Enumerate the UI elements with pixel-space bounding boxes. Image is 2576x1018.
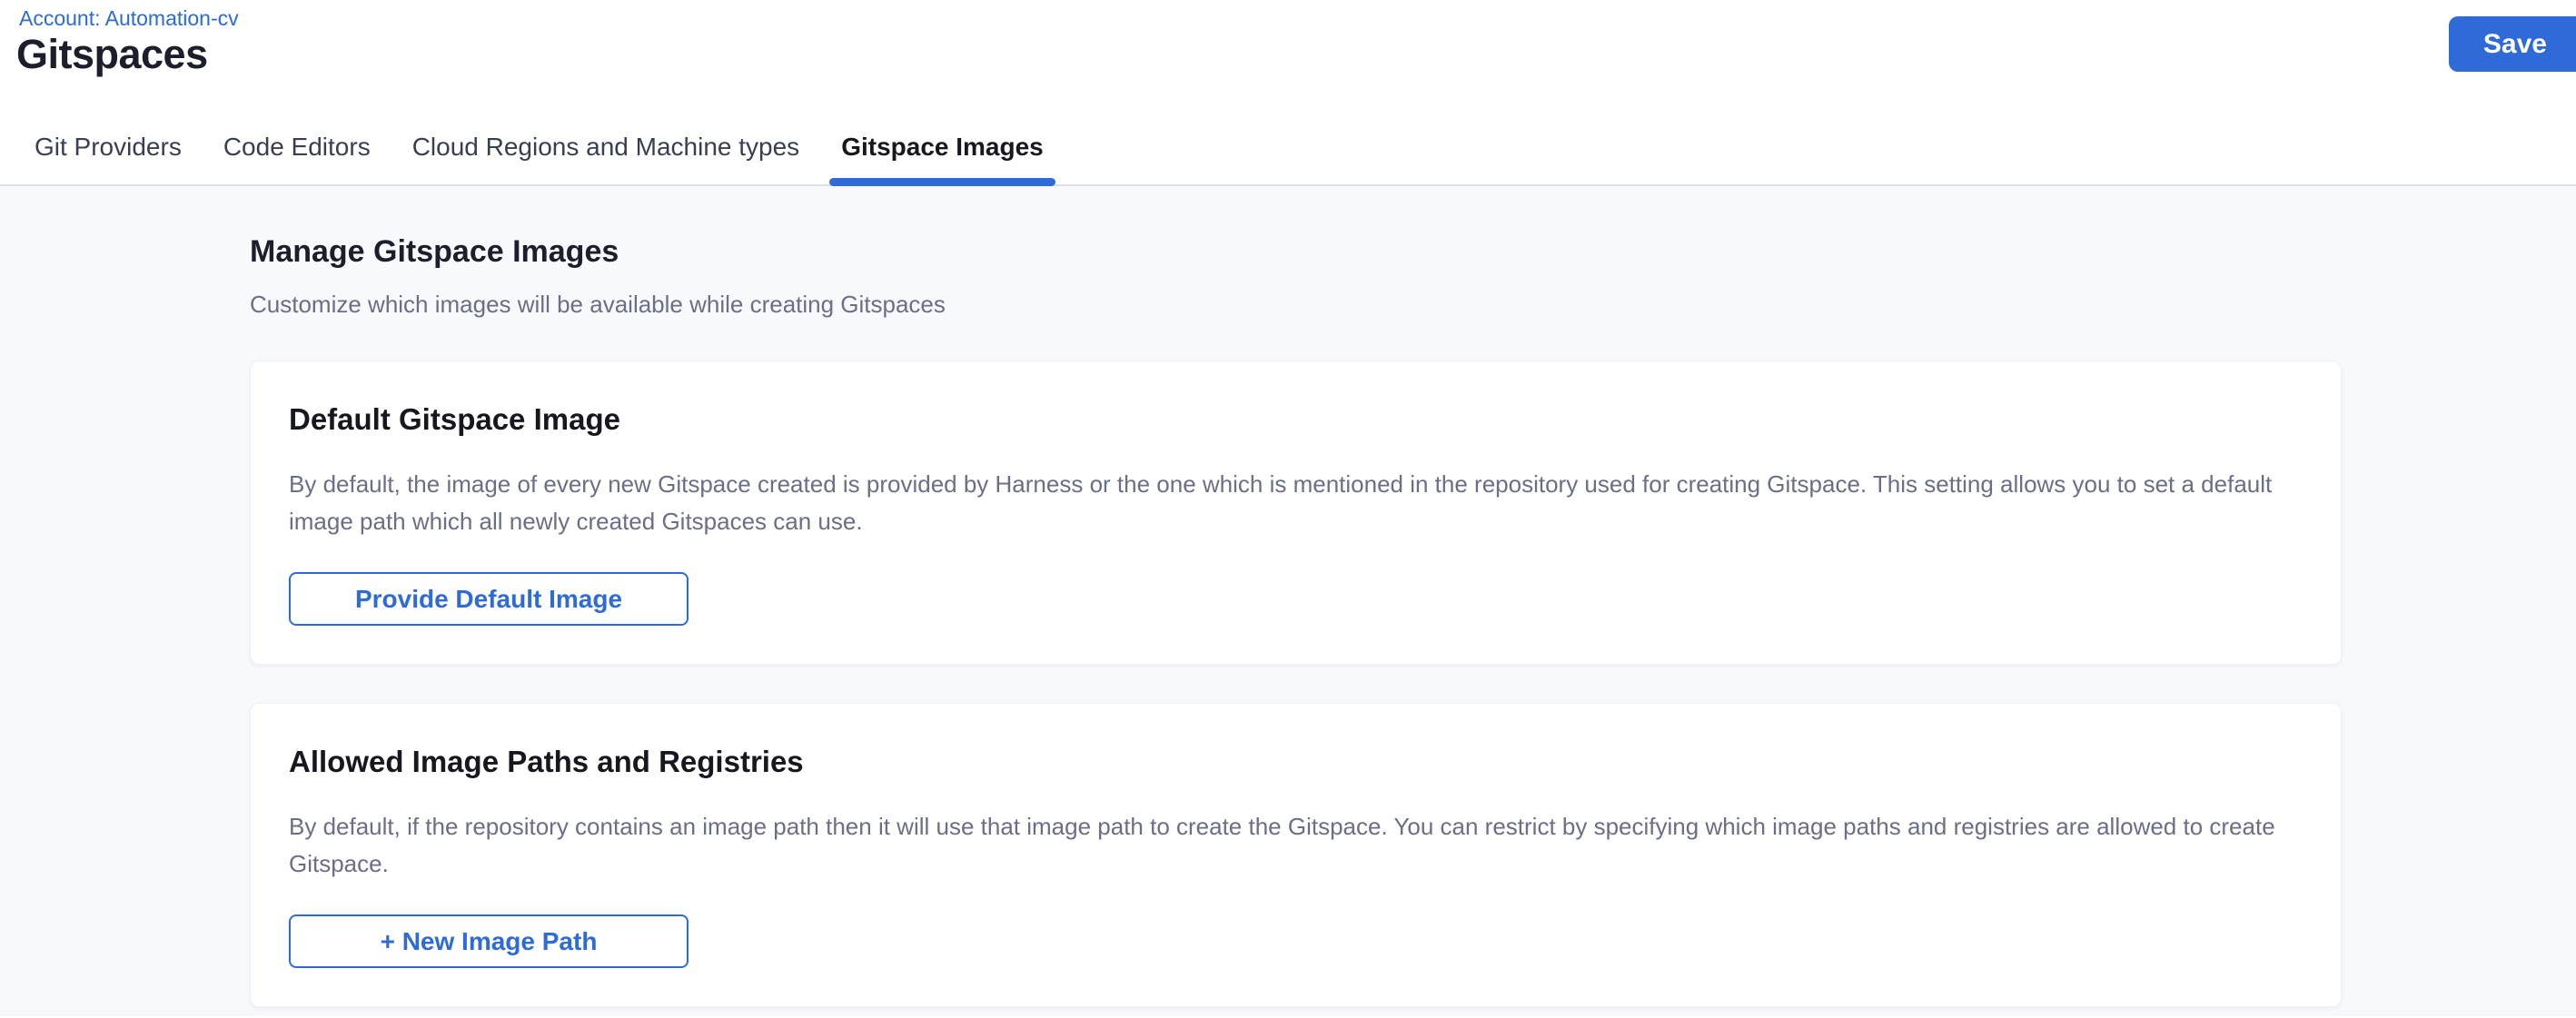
card-description-allowed-paths: By default, if the repository contains a… — [289, 808, 2296, 883]
tab-git-providers[interactable]: Git Providers — [35, 110, 182, 184]
tab-gitspace-images[interactable]: Gitspace Images — [841, 110, 1044, 184]
section-heading: Manage Gitspace Images — [250, 233, 2342, 271]
account-breadcrumb-link[interactable]: Account: Automation-cv — [19, 6, 239, 31]
page-title: Gitspaces — [16, 31, 208, 78]
settings-tabbar: Git Providers Code Editors Cloud Regions… — [0, 110, 2576, 186]
save-button[interactable]: Save — [2449, 16, 2576, 72]
tab-gitspace-images-label: Gitspace Images — [841, 133, 1044, 162]
gitspaces-settings-page: Account: Automation-cv Gitspaces Save Gi… — [0, 0, 2576, 1018]
allowed-image-paths-card: Allowed Image Paths and Registries By de… — [250, 703, 2342, 1007]
page-header: Account: Automation-cv Gitspaces Save — [0, 0, 2576, 110]
default-gitspace-image-card: Default Gitspace Image By default, the i… — [250, 361, 2342, 665]
active-tab-indicator — [829, 178, 1055, 186]
section-subheading: Customize which images will be available… — [250, 291, 2342, 319]
new-image-path-button[interactable]: + New Image Path — [289, 914, 689, 968]
card-title-default-image: Default Gitspace Image — [289, 401, 2303, 438]
content-area: Manage Gitspace Images Customize which i… — [0, 186, 2576, 1016]
tab-cloud-regions-and-machine-types[interactable]: Cloud Regions and Machine types — [412, 110, 799, 184]
tab-code-editors[interactable]: Code Editors — [223, 110, 371, 184]
card-title-allowed-paths: Allowed Image Paths and Registries — [289, 744, 2303, 780]
provide-default-image-button[interactable]: Provide Default Image — [289, 572, 689, 626]
card-description-default-image: By default, the image of every new Gitsp… — [289, 466, 2296, 540]
